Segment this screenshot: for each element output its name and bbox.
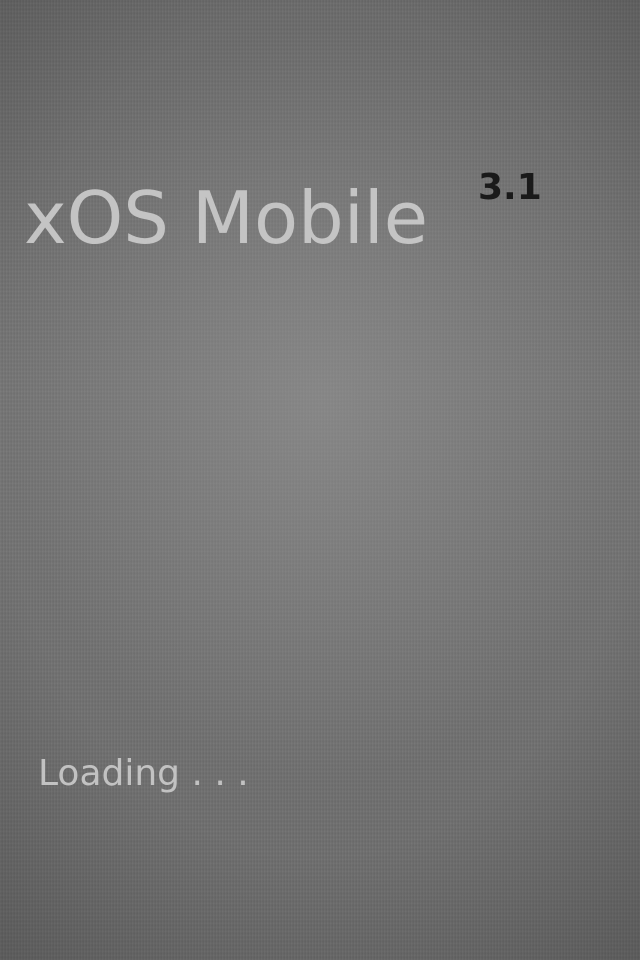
- loading-text: Loading . . .: [38, 753, 249, 794]
- background-texture: [0, 0, 640, 960]
- splash-screen: xOS Mobile 3.1 Loading . . .: [0, 0, 640, 960]
- app-title: xOS Mobile: [24, 176, 429, 260]
- version-label: 3.1: [478, 167, 542, 208]
- app-title-group: xOS Mobile 3.1: [24, 168, 584, 268]
